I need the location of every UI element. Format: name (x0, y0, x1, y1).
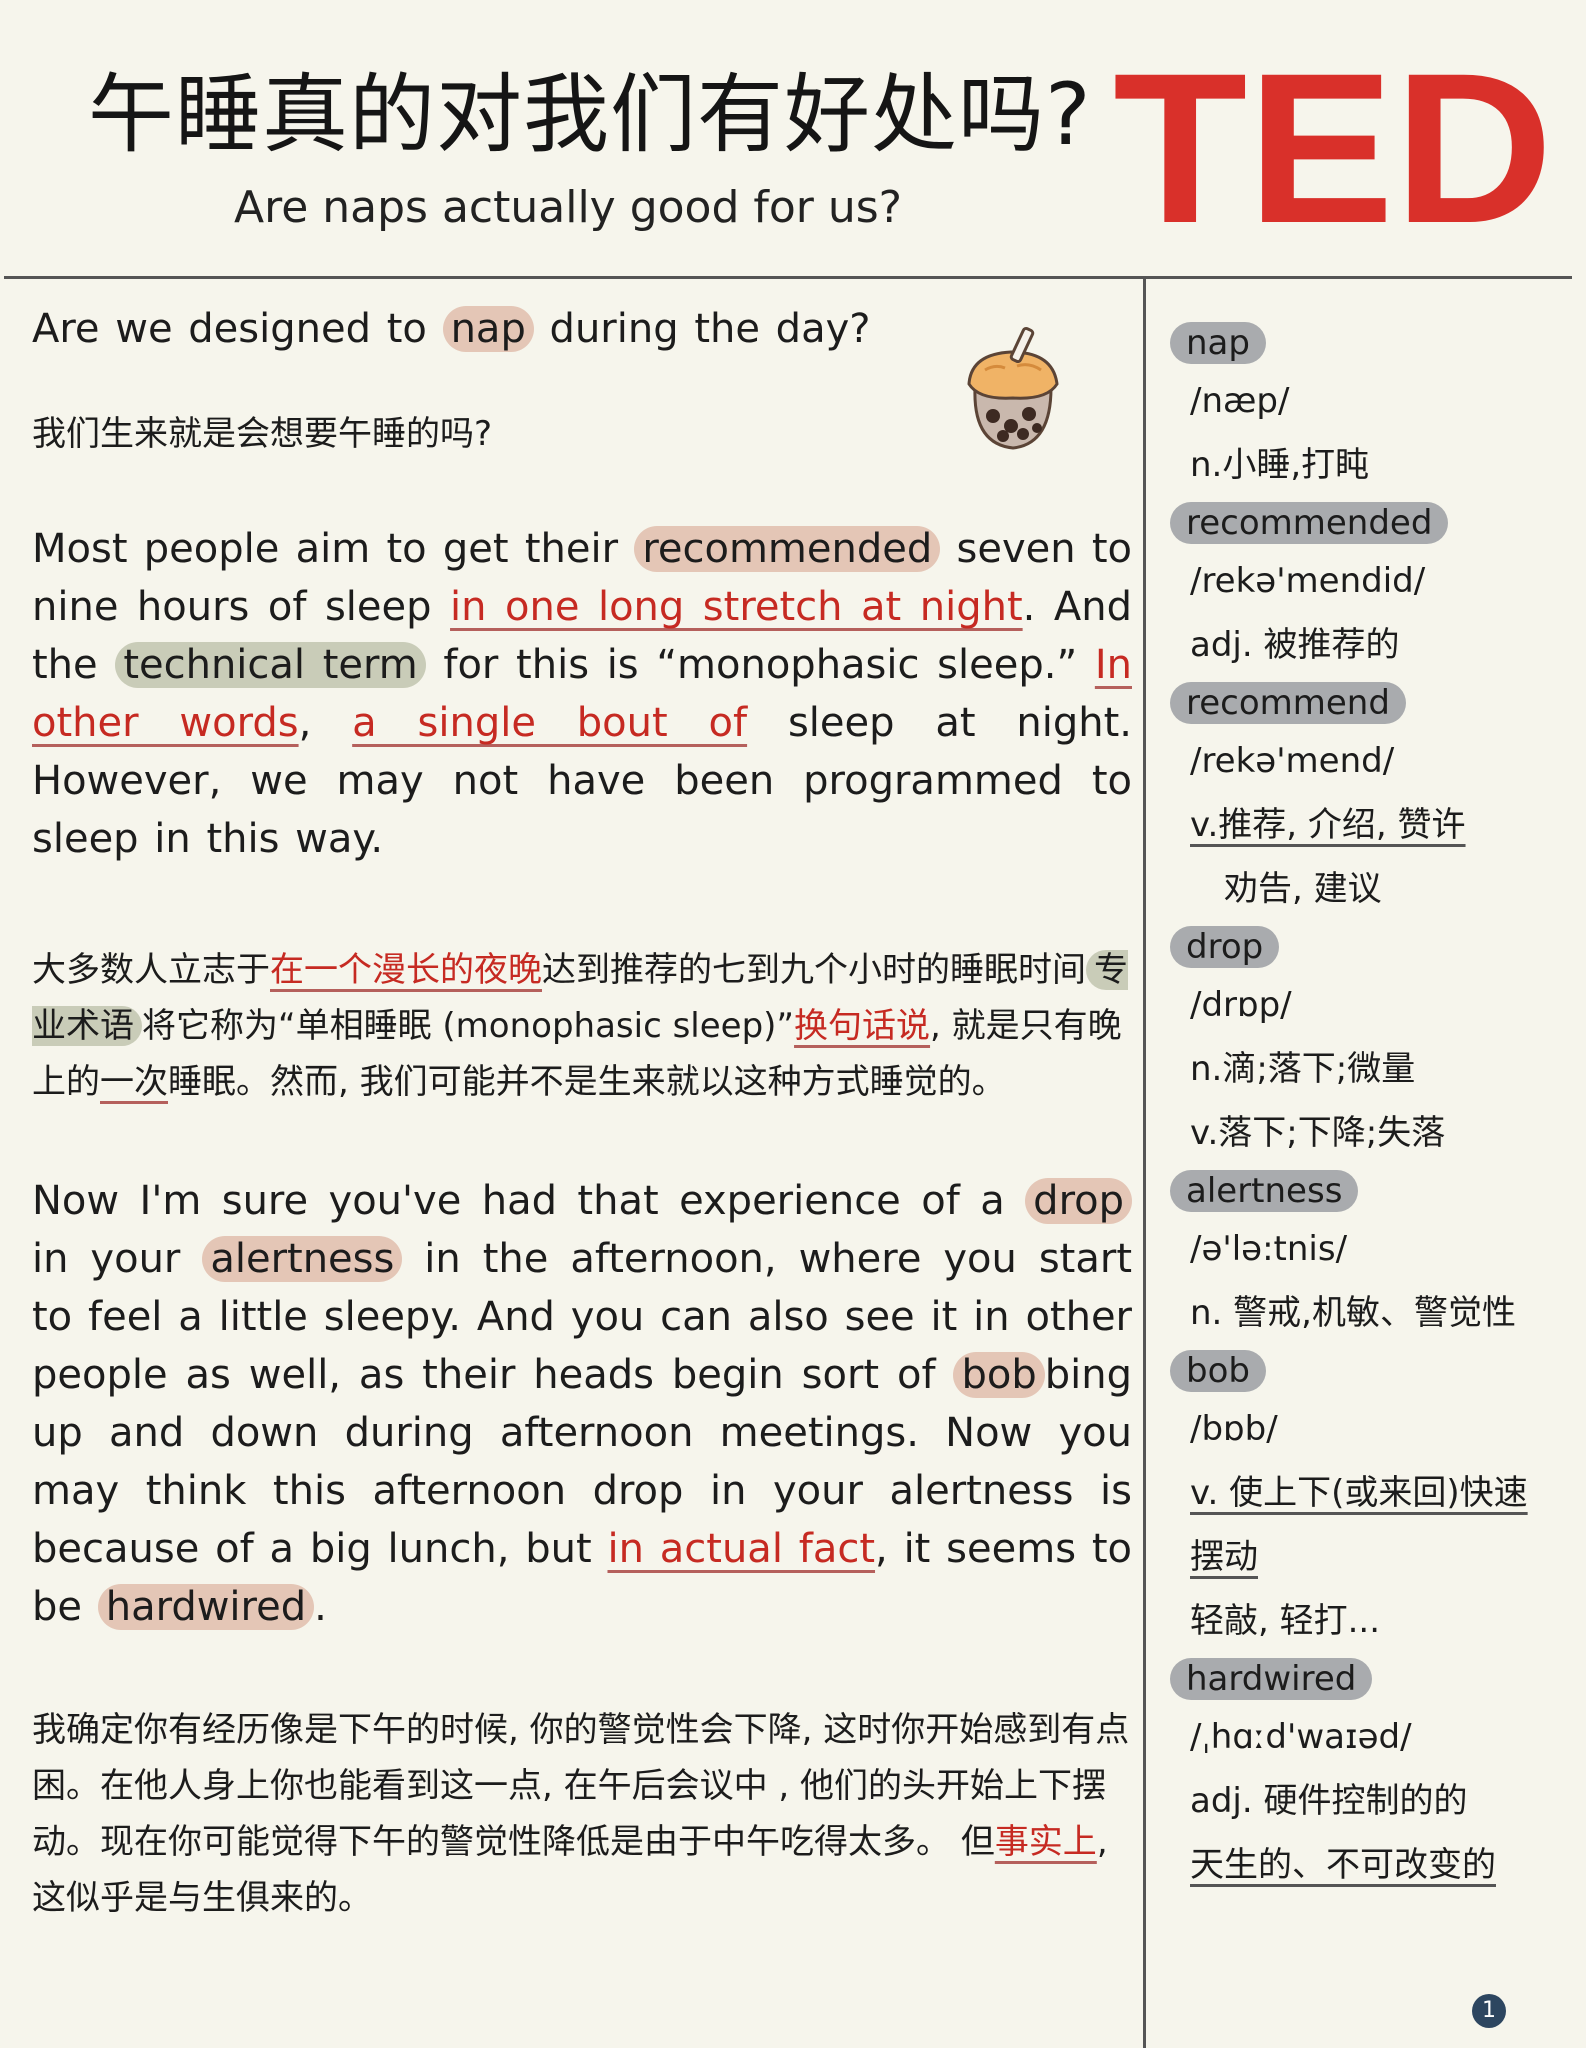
vocab-highlight[interactable]: recommended (634, 526, 941, 572)
vocab-entry-bob: bob /bɒb/ v. 使上下(或来回)快速 摆动 轻敲, 轻打... (1170, 1350, 1580, 1644)
vocab-phonetic: /rekə'mend/ (1190, 741, 1395, 781)
vocab-highlight[interactable]: alertness (202, 1236, 403, 1282)
vocab-word[interactable]: recommend (1170, 682, 1406, 724)
paragraph-2-en: Now I'm sure you've had that experience … (32, 1178, 1133, 1630)
vocab-definition: v.推荐, 介绍, 赞许 (1190, 805, 1466, 845)
vocab-entry-nap: nap /næp/ n.小睡,打盹 (1170, 322, 1580, 488)
ted-logo: TED (1113, 62, 1553, 232)
phrase-highlight: in one long stretch at night (450, 584, 1023, 630)
vocab-definition: adj. 硬件控制的的 (1190, 1781, 1468, 1821)
vocab-definition: 摆动 (1190, 1537, 1258, 1577)
vocab-word[interactable]: drop (1170, 926, 1280, 968)
vocab-definition: 天生的、不可改变的 (1190, 1845, 1496, 1885)
vocab-definition: n. 警戒,机敏、警觉性 (1190, 1293, 1516, 1333)
page-number-badge: 1 (1472, 1994, 1506, 2028)
question-en: Are we designed to nap during the day? (32, 306, 871, 352)
paragraph-1-en: Most people aim to get their recommended… (32, 526, 1133, 862)
vocab-highlight[interactable]: hardwired (97, 1584, 315, 1630)
question-zh: 我们生来就是会想要午睡的吗? (32, 414, 493, 454)
vocab-highlight[interactable]: drop (1025, 1178, 1132, 1224)
vocab-phonetic: /ə'lə:tnis/ (1190, 1229, 1348, 1269)
vocab-entry-alertness: alertness /ə'lə:tnis/ n. 警戒,机敏、警觉性 (1170, 1170, 1580, 1336)
ted-logo-text: TED (1113, 62, 1553, 232)
header-divider (4, 276, 1572, 279)
vocabulary-sidebar: nap /næp/ n.小睡,打盹 recommended /rekə'mend… (1170, 322, 1580, 1888)
vocab-entry-drop: drop /drɒp/ n.滴;落下;微量 v.落下;下降;失落 (1170, 926, 1580, 1156)
page-title-zh: 午睡真的对我们有好处吗? (88, 65, 1092, 165)
vocab-word[interactable]: nap (1170, 322, 1266, 364)
vocab-highlight[interactable]: bob (953, 1352, 1045, 1398)
vocab-word[interactable]: recommended (1170, 502, 1449, 544)
vocab-highlight[interactable]: nap (442, 306, 534, 352)
vocab-definition: 劝告, 建议 (1224, 869, 1382, 909)
article-body: Are we designed to nap during the day? 我… (32, 300, 1132, 1926)
phrase-highlight: 事实上 (994, 1822, 1097, 1862)
vocab-definition: 轻敲, 轻打... (1190, 1601, 1381, 1641)
vocab-phonetic: /bɒb/ (1190, 1409, 1278, 1449)
vocab-word[interactable]: alertness (1170, 1170, 1359, 1212)
vocab-definition: adj. 被推荐的 (1190, 625, 1400, 665)
vocab-definition: n.小睡,打盹 (1190, 445, 1370, 485)
vocab-word[interactable]: hardwired (1170, 1658, 1373, 1700)
vocab-entry-recommend: recommend /rekə'mend/ v.推荐, 介绍, 赞许 劝告, 建… (1170, 682, 1580, 912)
page-title-en: Are naps actually good for us? (234, 182, 903, 233)
vocab-definition: n.滴;落下;微量 (1190, 1049, 1416, 1089)
paragraph-2-zh: 我确定你有经历像是下午的时候, 你的警觉性会下降, 这时你开始感到有点困。在他人… (32, 1710, 1130, 1918)
vocab-definition: v. 使上下(或来回)快速 (1190, 1473, 1528, 1513)
vocab-entry-recommended: recommended /rekə'mendid/ adj. 被推荐的 (1170, 502, 1580, 668)
vocab-phonetic: /næp/ (1190, 381, 1290, 421)
term-highlight: technical term (115, 642, 426, 688)
paragraph-1-zh: 大多数人立志于在一个漫长的夜晚达到推荐的七到九个小时的睡眠时间 专业术语 将它称为“… (32, 950, 1128, 1102)
vocab-entry-hardwired: hardwired /ˌhɑːd'waɪəd/ adj. 硬件控制的的 天生的、… (1170, 1658, 1580, 1888)
phrase-highlight: 换句话说 (794, 1006, 931, 1046)
vocab-phonetic: /ˌhɑːd'waɪəd/ (1190, 1717, 1412, 1757)
vocab-phonetic: /rekə'mendid/ (1190, 561, 1426, 601)
phrase-highlight: 在一个漫长的夜晚 (270, 950, 542, 990)
vocab-word[interactable]: bob (1170, 1350, 1266, 1392)
phrase-underline: 一次 (100, 1062, 168, 1102)
vocab-phonetic: /drɒp/ (1190, 985, 1292, 1025)
phrase-highlight: in actual fact (607, 1526, 876, 1572)
vocab-definition: v.落下;下降;失落 (1190, 1113, 1446, 1153)
column-divider (1143, 278, 1146, 2048)
phrase-highlight: a single bout of (352, 700, 748, 746)
